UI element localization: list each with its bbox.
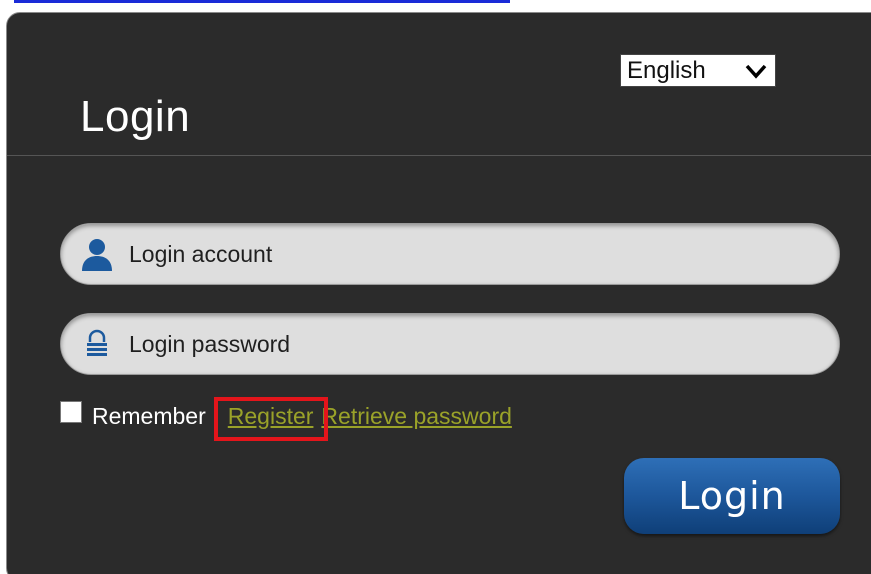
- password-field[interactable]: Login password: [60, 313, 840, 375]
- password-placeholder: Login password: [129, 330, 291, 357]
- user-icon: [77, 234, 117, 274]
- login-button[interactable]: Login: [624, 458, 840, 534]
- account-field[interactable]: Login account: [60, 223, 840, 285]
- chevron-down-icon: [745, 60, 767, 82]
- register-link[interactable]: Register: [228, 403, 314, 429]
- retrieve-password-link[interactable]: Retrieve password: [321, 403, 511, 430]
- remember-checkbox[interactable]: [60, 401, 82, 423]
- top-link-underline: [14, 0, 510, 3]
- page-title: Login: [80, 92, 191, 141]
- account-placeholder: Login account: [129, 240, 273, 267]
- lock-icon: [77, 324, 117, 364]
- remember-row: Remember Register Retrieve password: [60, 396, 512, 441]
- language-select[interactable]: English: [620, 54, 776, 87]
- language-select-value: English: [627, 56, 706, 84]
- register-link-wrapper: Register: [213, 396, 328, 441]
- login-screen: English Login Login account Login passwo…: [0, 0, 871, 574]
- remember-label: Remember: [92, 402, 206, 429]
- header-divider: [7, 155, 871, 156]
